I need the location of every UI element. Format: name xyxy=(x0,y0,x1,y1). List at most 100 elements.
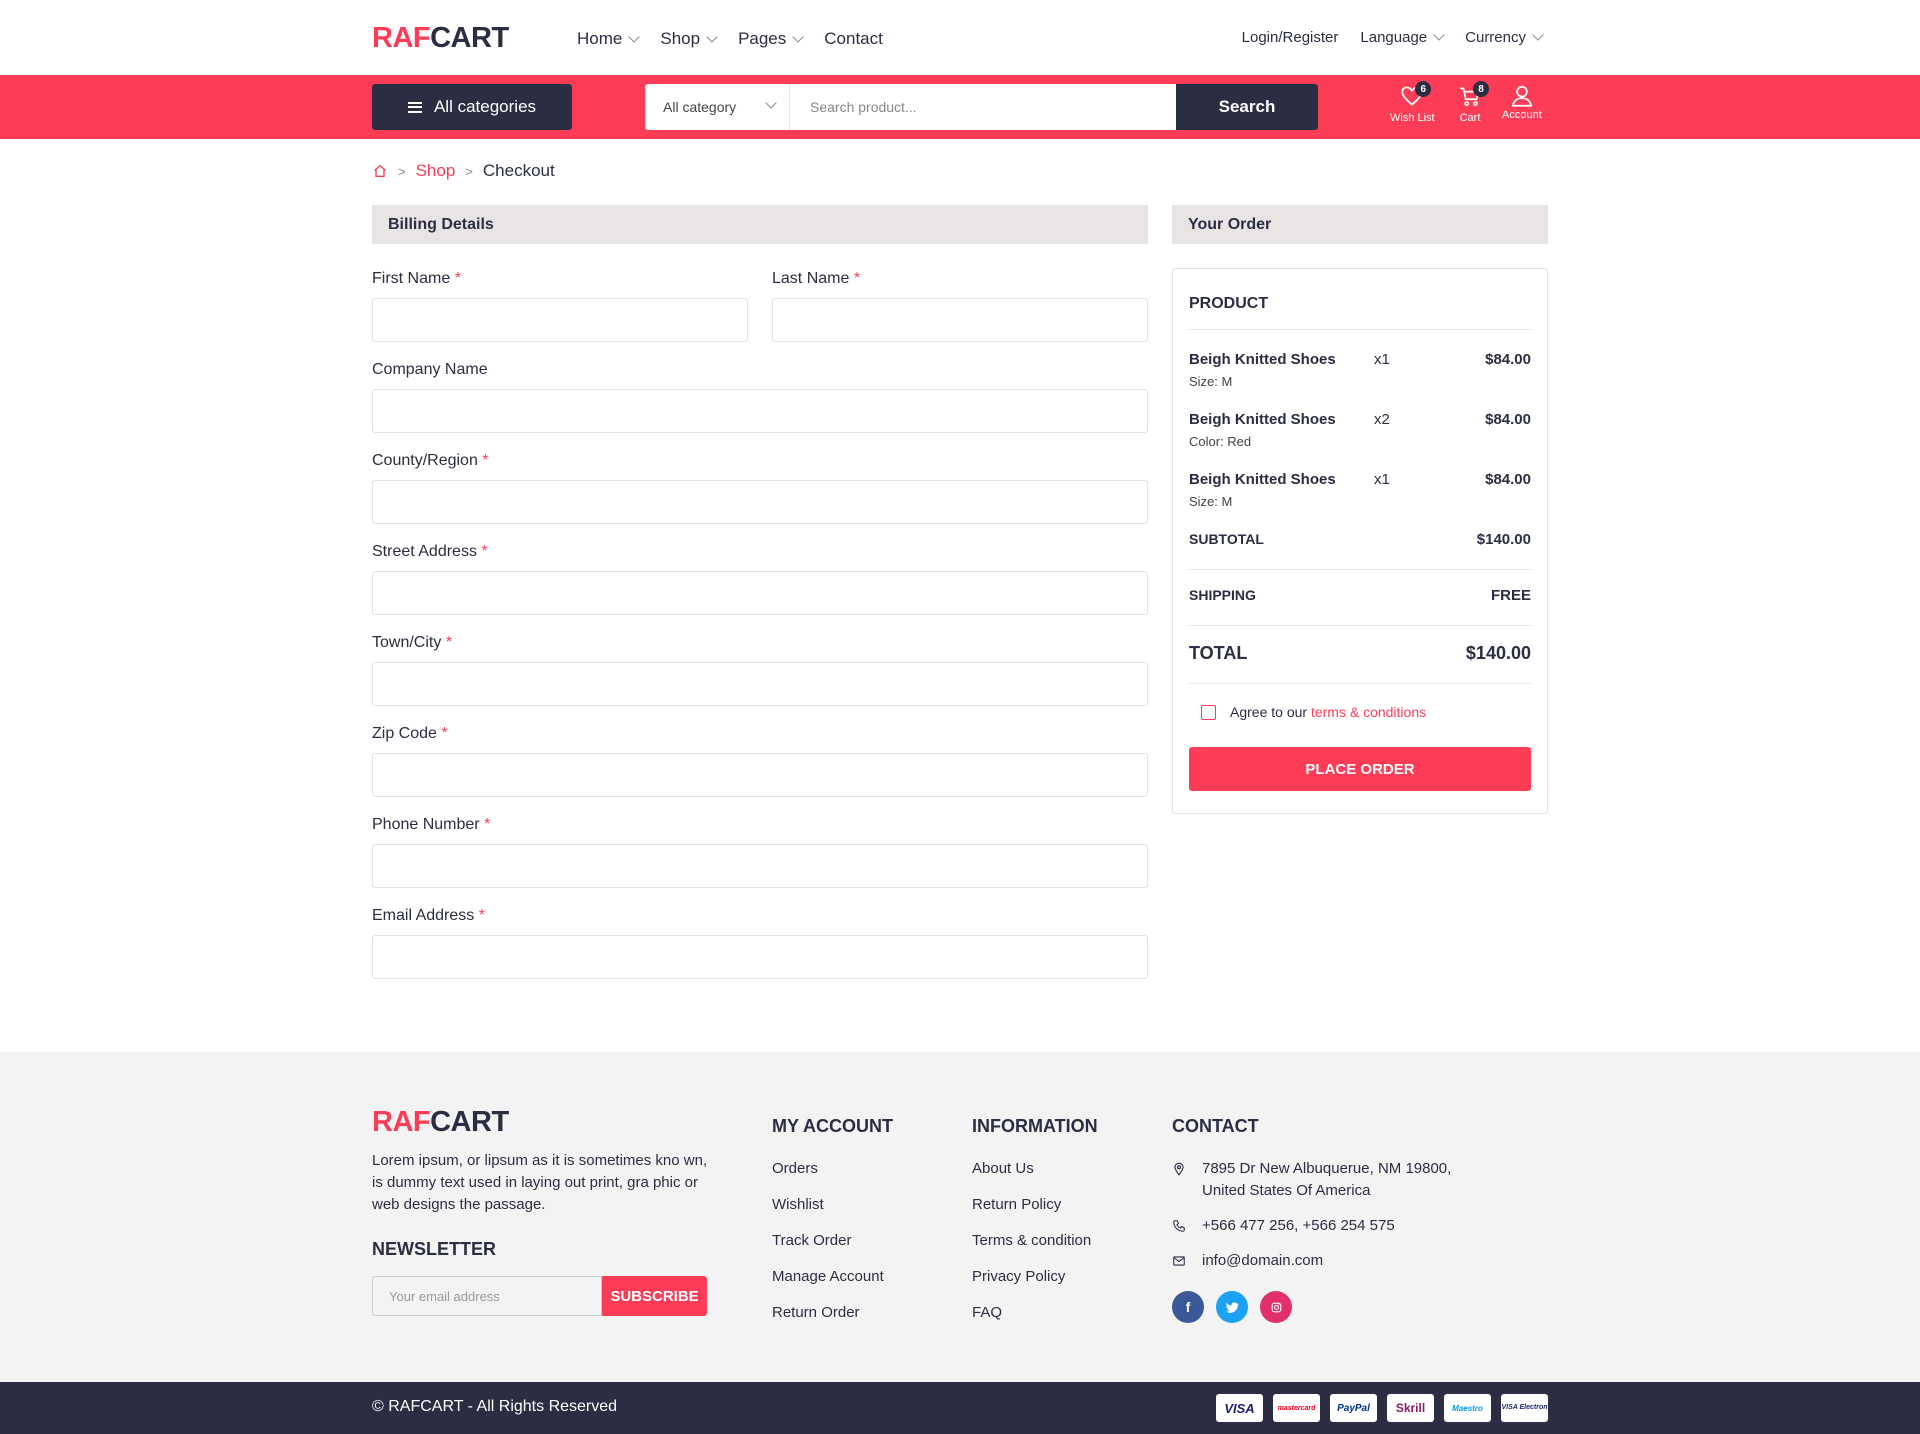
phone-field[interactable] xyxy=(372,844,1148,888)
breadcrumb-separator-icon: > xyxy=(465,163,473,179)
divider xyxy=(1189,625,1531,626)
login-register-link[interactable]: Login/Register xyxy=(1242,29,1339,46)
category-select-value: All category xyxy=(663,99,737,115)
first-name-field[interactable] xyxy=(372,298,748,342)
contact-phone: +566 477 256, +566 254 575 xyxy=(1172,1215,1395,1237)
required-mark: * xyxy=(454,270,461,287)
terms-link[interactable]: terms & conditions xyxy=(1311,704,1426,720)
language-dropdown[interactable]: Language xyxy=(1360,29,1445,46)
order-title: Your Order xyxy=(1188,215,1272,233)
facebook-icon[interactable]: f xyxy=(1172,1291,1204,1323)
footer-link-privacy[interactable]: Privacy Policy xyxy=(972,1267,1091,1287)
county-field[interactable] xyxy=(372,480,1148,524)
nav-contact-label: Contact xyxy=(824,29,883,48)
nav-home[interactable]: Home xyxy=(577,29,641,49)
email-text[interactable]: info@domain.com xyxy=(1202,1250,1323,1272)
required-mark: * xyxy=(484,816,491,833)
visa-electron-icon: VISA Electron xyxy=(1501,1394,1548,1422)
breadcrumb-shop[interactable]: Shop xyxy=(416,161,456,181)
company-text: Company Name xyxy=(372,361,488,378)
street-field[interactable] xyxy=(372,571,1148,615)
shipping-value: FREE xyxy=(1490,587,1531,604)
county-text: County/Region xyxy=(372,452,478,469)
total-label: TOTAL xyxy=(1189,643,1248,663)
footer-link-wishlist[interactable]: Wishlist xyxy=(772,1195,884,1215)
terms-agreement: Agree to our terms & conditions xyxy=(1201,704,1426,720)
last-name-text: Last Name xyxy=(772,270,850,287)
order-summary-card: PRODUCT Beigh Knitted Shoes Size: M x1 $… xyxy=(1172,268,1548,814)
last-name-field[interactable] xyxy=(772,298,1148,342)
footer-link-faq[interactable]: FAQ xyxy=(972,1303,1091,1323)
cart-button[interactable]: 8 Cart xyxy=(1457,81,1489,124)
footer-link-track-order[interactable]: Track Order xyxy=(772,1231,884,1251)
logo[interactable]: RAFCART xyxy=(372,22,509,55)
company-label: Company Name xyxy=(372,361,488,379)
search-input[interactable] xyxy=(790,84,1176,130)
newsletter-email-input[interactable] xyxy=(372,1276,602,1316)
payment-methods: VISA mastercard PayPal Skrill Maestro VI… xyxy=(1216,1394,1548,1422)
divider xyxy=(1189,683,1531,684)
nav-contact[interactable]: Contact xyxy=(824,29,883,49)
order-item-qty: x2 xyxy=(1374,411,1390,428)
footer-link-terms[interactable]: Terms & condition xyxy=(972,1231,1091,1251)
zip-field[interactable] xyxy=(372,753,1148,797)
currency-dropdown[interactable]: Currency xyxy=(1465,29,1544,46)
address-line2: United States Of America xyxy=(1202,1182,1371,1199)
twitter-icon[interactable] xyxy=(1216,1291,1248,1323)
nav-home-label: Home xyxy=(577,29,623,48)
mastercard-icon: mastercard xyxy=(1273,1394,1320,1422)
cart-count-badge: 8 xyxy=(1473,81,1489,97)
bottom-bar: © RAFCART - All Rights Reserved VISA mas… xyxy=(0,1382,1920,1434)
footer-logo[interactable]: RAFCART xyxy=(372,1106,509,1139)
chevron-down-icon xyxy=(628,30,641,43)
order-item-price: $84.00 xyxy=(1485,471,1531,488)
footer-link-manage-account[interactable]: Manage Account xyxy=(772,1267,884,1287)
chevron-down-icon xyxy=(1433,29,1445,41)
paypal-icon: PayPal xyxy=(1330,1394,1377,1422)
wishlist-count-badge: 6 xyxy=(1415,81,1432,97)
login-label: Login/Register xyxy=(1241,29,1339,46)
last-name-label: Last Name * xyxy=(772,270,860,288)
wishlist-button[interactable]: 6 Wish List xyxy=(1390,81,1435,124)
required-mark: * xyxy=(441,725,448,742)
town-text: Town/City xyxy=(372,634,442,651)
category-select[interactable]: All category xyxy=(645,84,790,130)
email-field[interactable] xyxy=(372,935,1148,979)
cart-label: Cart xyxy=(1459,112,1481,124)
first-name-label: First Name * xyxy=(372,270,461,288)
email-label: Email Address * xyxy=(372,907,485,925)
mail-icon xyxy=(1173,1256,1185,1266)
footer-link-orders[interactable]: Orders xyxy=(772,1159,884,1179)
instagram-icon[interactable] xyxy=(1260,1291,1292,1323)
footer-link-about[interactable]: About Us xyxy=(972,1159,1091,1179)
footer-link-return-order[interactable]: Return Order xyxy=(772,1303,884,1323)
contact-address: 7895 Dr New Albuquerue, NM 19800, United … xyxy=(1172,1158,1451,1202)
place-order-button[interactable]: PLACE ORDER xyxy=(1189,747,1531,791)
breadcrumb-current: Checkout xyxy=(482,161,555,180)
required-mark: * xyxy=(482,452,489,469)
order-item-name: Beigh Knitted Shoes xyxy=(1189,471,1336,488)
user-icon xyxy=(1511,85,1533,107)
town-field[interactable] xyxy=(372,662,1148,706)
breadcrumb-separator-icon: > xyxy=(398,163,406,179)
terms-checkbox[interactable] xyxy=(1201,704,1216,720)
top-navbar: RAFCART Home Shop Pages Contact Login/Re… xyxy=(0,0,1920,75)
nav-shop[interactable]: Shop xyxy=(660,29,718,49)
home-icon[interactable] xyxy=(372,163,388,179)
all-categories-button[interactable]: All categories xyxy=(372,84,572,130)
account-button[interactable]: Account xyxy=(1502,83,1542,121)
main-nav: Home Shop Pages Contact xyxy=(577,29,883,49)
order-item-option: Size: M xyxy=(1189,374,1233,389)
subscribe-button[interactable]: SUBSCRIBE xyxy=(602,1276,707,1316)
account-label: Account xyxy=(1502,109,1542,121)
footer-link-return-policy[interactable]: Return Policy xyxy=(972,1195,1091,1215)
company-field[interactable] xyxy=(372,389,1148,433)
search-button[interactable]: Search xyxy=(1176,84,1318,130)
billing-title: Billing Details xyxy=(388,215,494,233)
order-item-price: $84.00 xyxy=(1485,411,1531,428)
nav-shop-label: Shop xyxy=(660,29,701,48)
divider xyxy=(1189,329,1531,330)
email-text: Email Address xyxy=(372,907,475,924)
chevron-down-icon xyxy=(706,30,718,43)
nav-pages[interactable]: Pages xyxy=(738,29,804,49)
